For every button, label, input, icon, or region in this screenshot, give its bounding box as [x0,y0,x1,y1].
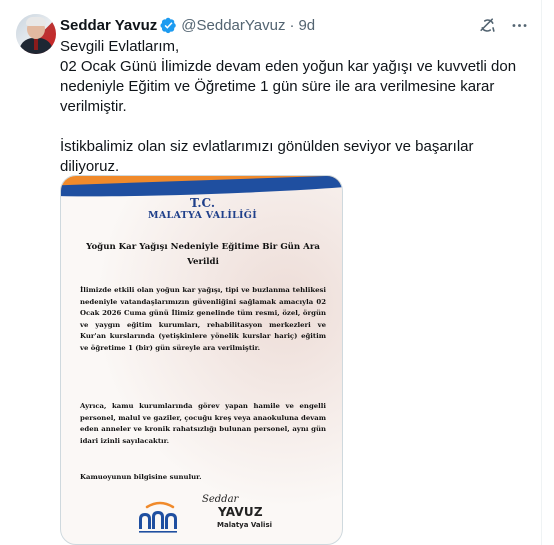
tweet-line-greeting: Sevgili Evlatlarım, [60,38,180,55]
document-paragraph: Ayrıca, kamu kurumlarında görev yapan ha… [80,402,326,445]
separator-dot: · [289,16,295,34]
document-tc: T.C. [189,196,216,210]
tweet-line-wishes: İstikbalimiz olan siz evlatlarımızı gönü… [60,138,474,175]
tweet-header: Seddar Yavuz @SeddarYavuz · 9d [60,15,315,35]
post-time[interactable]: 9d [298,17,315,34]
signature-script: Seddar [202,494,239,505]
grok-icon[interactable] [475,13,499,37]
signature-name: YAVUZ [218,505,263,519]
document-paragraph: Kamuoyunun bilgisine sunulur. [80,473,202,481]
signature-title: Malatya Valisi [217,521,273,529]
malatya-logo-icon [139,501,177,533]
header-actions [475,13,531,37]
governor-signature: Seddar YAVUZ Malatya Valisi [202,494,282,536]
tweet[interactable]: Seddar Yavuz @SeddarYavuz · 9d Sevgili E… [0,0,542,545]
tweet-line-announcement: 02 Ocak Günü İlimizde devam eden yoğun k… [60,58,517,115]
attached-image[interactable]: T.C. MALATYA VALİLİĞİ Yoğun Kar Yağışı N… [60,175,343,545]
avatar[interactable] [16,14,56,54]
verified-badge-icon [160,17,177,33]
document-paragraph: İlimizde etkili olan yoğun kar yağışı, t… [80,286,326,352]
author-name[interactable]: Seddar Yavuz [60,17,157,34]
document-office: MALATYA VALİLİĞİ [148,210,257,221]
author-handle[interactable]: @SeddarYavuz [181,17,285,34]
more-icon[interactable] [507,13,531,37]
document-heading: Yoğun Kar Yağışı Nedeniyle Eğitime Bir G… [86,242,320,267]
